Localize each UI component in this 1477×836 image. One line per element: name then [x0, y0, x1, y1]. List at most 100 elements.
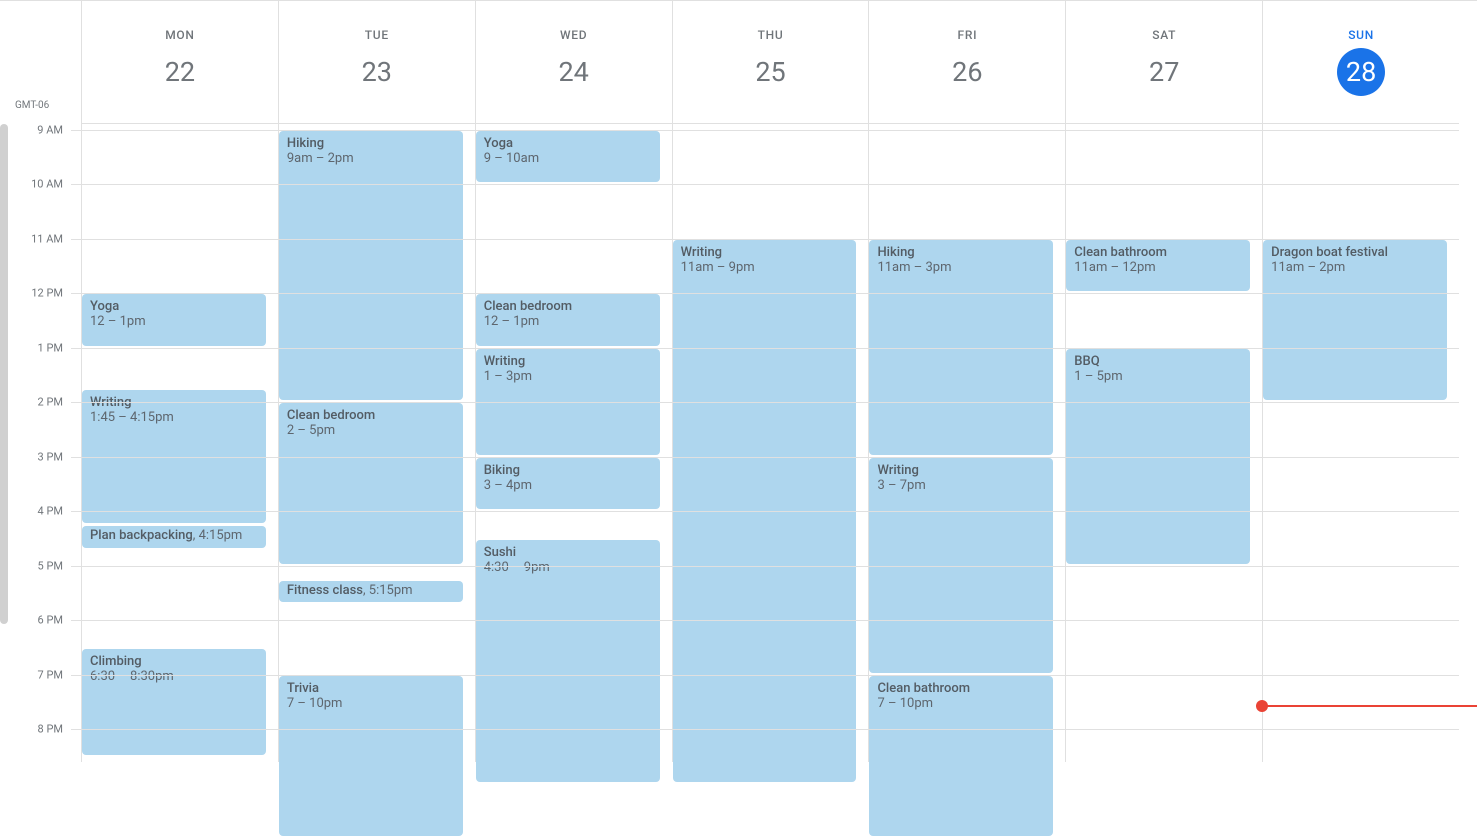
event-time: 4:30 – 9pm [484, 560, 652, 575]
calendar-event[interactable]: Climbing6:30 – 8:30pm [82, 649, 266, 755]
hour-gridline [81, 293, 1459, 294]
day-column[interactable]: Dragon boat festival11am – 2pm [1262, 124, 1459, 762]
hour-gridline [81, 239, 1459, 240]
hour-tick [71, 293, 81, 294]
hour-label: 3 PM [38, 450, 63, 463]
calendar-event[interactable]: Clean bathroom11am – 12pm [1066, 240, 1250, 292]
timezone-label: GMT-06 [15, 100, 49, 111]
now-indicator-dot [1256, 700, 1268, 712]
calendar-event[interactable]: Hiking9am – 2pm [279, 131, 463, 401]
event-time: 12 – 1pm [90, 314, 258, 329]
day-of-week-label: SUN [1263, 28, 1459, 42]
hour-gridline [81, 675, 1459, 676]
day-header-sat[interactable]: SAT 27 [1065, 0, 1262, 108]
event-title: Writing [681, 245, 849, 260]
event-title: Dragon boat festival [1271, 245, 1439, 260]
day-column[interactable]: Yoga12 – 1pmWriting1:45 – 4:15pmPlan bac… [81, 124, 278, 762]
event-title: Yoga [90, 299, 258, 314]
day-number[interactable]: 28 [1337, 48, 1385, 96]
day-column[interactable]: Hiking9am – 2pmClean bedroom2 – 5pm Fitne… [278, 124, 475, 762]
hour-tick [71, 566, 81, 567]
calendar-event[interactable]: Clean bedroom12 – 1pm [476, 294, 660, 346]
day-of-week-label: FRI [869, 28, 1065, 42]
event-title: Writing [877, 463, 1045, 478]
day-header-fri[interactable]: FRI 26 [868, 0, 1065, 108]
day-number[interactable]: 23 [353, 48, 401, 96]
event-time: 11am – 3pm [877, 260, 1045, 275]
hour-tick [71, 675, 81, 676]
hour-label: 2 PM [38, 396, 63, 409]
calendar-event[interactable]: Plan backpacking, 4:15pm [82, 526, 266, 548]
allday-cell[interactable] [868, 108, 1065, 124]
day-number[interactable]: 22 [156, 48, 204, 96]
day-of-week-label: TUE [279, 28, 475, 42]
allday-cell[interactable] [1262, 108, 1459, 124]
allday-cell[interactable] [81, 108, 278, 124]
calendar-event[interactable]: Dragon boat festival11am – 2pm [1263, 240, 1447, 401]
day-of-week-label: MON [82, 28, 278, 42]
event-time: 1 – 3pm [484, 369, 652, 384]
day-number[interactable]: 24 [550, 48, 598, 96]
hour-label: 6 PM [38, 614, 63, 627]
hour-tick [71, 130, 81, 131]
day-column[interactable]: Hiking11am – 3pmWriting3 – 7pmClean bath… [868, 124, 1065, 762]
calendar-event[interactable]: Yoga9 – 10am [476, 131, 660, 183]
event-time: 9am – 2pm [287, 151, 455, 166]
allday-cell[interactable] [672, 108, 869, 124]
event-time: 2 – 5pm [287, 423, 455, 438]
calendar-event[interactable]: Biking3 – 4pm [476, 458, 660, 510]
day-of-week-label: SAT [1066, 28, 1262, 42]
hour-gridline [81, 402, 1459, 403]
hour-label: 10 AM [31, 178, 63, 191]
hour-tick [71, 729, 81, 730]
hour-gridline [81, 566, 1459, 567]
allday-cell[interactable] [475, 108, 672, 124]
calendar-event[interactable]: Trivia7 – 10pm [279, 676, 463, 836]
event-title: Writing [484, 354, 652, 369]
hour-label: 11 AM [31, 232, 63, 245]
event-time: 3 – 4pm [484, 478, 652, 493]
event-title: Clean bathroom [877, 681, 1045, 696]
event-time: 7 – 10pm [287, 696, 455, 711]
allday-cell[interactable] [1065, 108, 1262, 124]
calendar-event[interactable]: Clean bedroom2 – 5pm [279, 403, 463, 564]
event-title: Sushi [484, 545, 652, 560]
day-header-wed[interactable]: WED 24 [475, 0, 672, 108]
day-header-sun[interactable]: SUN 28 [1262, 0, 1459, 108]
day-column[interactable]: Writing11am – 9pm [672, 124, 869, 762]
day-header-tue[interactable]: TUE 23 [278, 0, 475, 108]
event-title: Biking [484, 463, 652, 478]
allday-cell[interactable] [278, 108, 475, 124]
hour-label: 9 AM [37, 123, 63, 136]
event-time: 9 – 10am [484, 151, 652, 166]
hour-gridline [81, 457, 1459, 458]
calendar-event[interactable]: Sushi4:30 – 9pm [476, 540, 660, 782]
calendar-grid: 9 AM10 AM11 AM12 PM1 PM2 PM3 PM4 PM5 PM6… [0, 124, 1477, 762]
event-time: 4:15pm [199, 528, 243, 543]
day-header-mon[interactable]: MON 22 [81, 0, 278, 108]
day-number[interactable]: 27 [1140, 48, 1188, 96]
event-title: Climbing [90, 654, 258, 669]
event-title: Clean bedroom [484, 299, 652, 314]
event-title: Clean bathroom [1074, 245, 1242, 260]
day-header-thu[interactable]: THU25 [672, 0, 869, 108]
hour-gridline [81, 348, 1459, 349]
hour-label: 4 PM [38, 505, 63, 518]
day-column[interactable]: Clean bathroom11am – 12pmBBQ1 – 5pm [1065, 124, 1262, 762]
day-of-week-label: WED [476, 28, 672, 42]
calendar-event[interactable]: Clean bathroom7 – 10pm [869, 676, 1053, 836]
event-time: 3 – 7pm [877, 478, 1045, 493]
day-column[interactable]: Yoga9 – 10am Clean bedroom12 – 1pm Writing… [475, 124, 672, 762]
event-title: BBQ [1074, 354, 1242, 369]
calendar-event[interactable]: Fitness class, 5:15pm [279, 581, 463, 603]
now-indicator-line [1262, 705, 1477, 707]
calendar-event[interactable]: Yoga12 – 1pm [82, 294, 266, 346]
day-number[interactable]: 26 [943, 48, 991, 96]
day-number[interactable]: 25 [747, 48, 795, 96]
hour-tick [71, 457, 81, 458]
hour-gridline [81, 130, 1459, 131]
hour-tick [71, 184, 81, 185]
hour-label: 12 PM [31, 287, 63, 300]
hour-label: 1 PM [38, 341, 63, 354]
hour-label: 7 PM [38, 668, 63, 681]
